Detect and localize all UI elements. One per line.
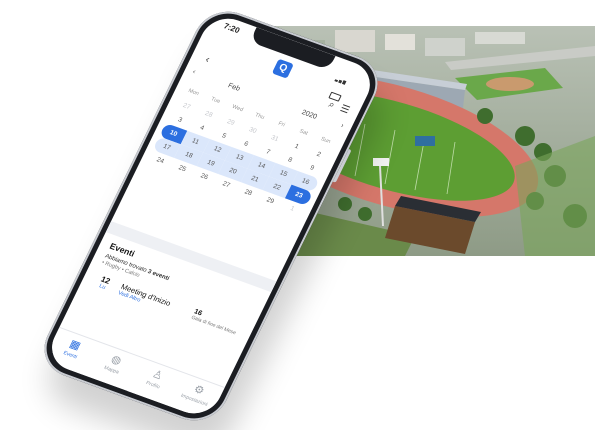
hero-scene: 7:20 Q ‹ ⌕ ☰ ‹ Feb 2020 › Mon Tue Wed Th…	[0, 0, 595, 430]
events-section: Eventi Abbiamo trovato 3 eventi • Rugby …	[85, 241, 261, 352]
year-label[interactable]: 2020	[300, 109, 318, 121]
prev-month-button[interactable]: ‹	[191, 68, 196, 75]
status-indicators	[328, 65, 363, 102]
sliders-icon[interactable]: ☰	[336, 103, 353, 118]
month-label[interactable]: Feb	[227, 82, 241, 92]
event-date: 12 Lu	[91, 272, 118, 293]
status-time: 7:20	[222, 21, 242, 36]
chevron-left-icon[interactable]: ‹	[199, 53, 216, 68]
bottom-tab-bar: ▦ Eventi ◍ Mappa ♙ Profilo ⚙ Impostazion…	[43, 326, 225, 421]
next-month-button[interactable]: ›	[340, 122, 345, 129]
